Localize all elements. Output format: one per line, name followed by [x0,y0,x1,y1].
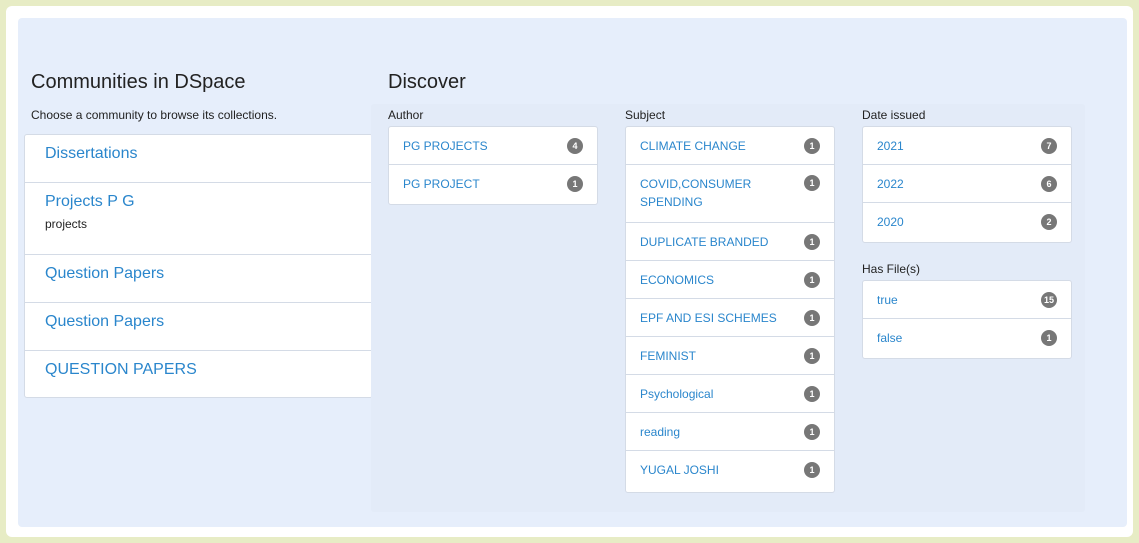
facet-link[interactable]: true [877,291,1057,309]
community-item-dissertations[interactable]: Dissertations [25,135,372,183]
communities-subtitle: Choose a community to browse its collect… [31,108,278,122]
community-link[interactable]: QUESTION PAPERS [45,361,352,379]
count-badge: 7 [1041,137,1057,154]
facet-link[interactable]: COVID,CONSUMER SPENDING [640,175,784,211]
count-badge: 1 [804,233,820,250]
facet-link[interactable]: PG PROJECTS [403,137,583,155]
community-link[interactable]: Question Papers [45,265,352,283]
facet-item[interactable]: YUGAL JOSHI 1 [626,451,834,488]
count-badge: 1 [804,423,820,440]
facet-item[interactable]: 2021 7 [863,127,1071,165]
facet-link[interactable]: false [877,329,1057,347]
facet-item[interactable]: ECONOMICS 1 [626,261,834,299]
facet-item[interactable]: EPF AND ESI SCHEMES 1 [626,299,834,337]
count-badge: 1 [804,137,820,154]
count-badge: 1 [804,385,820,402]
date-issued-facet-label: Date issued [862,108,926,122]
facet-link[interactable]: PG PROJECT [403,175,583,193]
facet-item[interactable]: DUPLICATE BRANDED 1 [626,223,834,261]
count-badge: 1 [804,347,820,364]
community-list: Dissertations Projects P G projects Ques… [24,134,373,398]
subject-facet-list: CLIMATE CHANGE 1 COVID,CONSUMER SPENDING… [625,126,835,493]
facet-item[interactable]: 2022 6 [863,165,1071,203]
facet-link[interactable]: 2021 [877,137,1057,155]
facet-link[interactable]: 2020 [877,213,1057,231]
facet-link[interactable]: EPF AND ESI SCHEMES [640,309,820,327]
community-link[interactable]: Dissertations [45,145,352,163]
count-badge: 1 [1041,330,1057,346]
community-link[interactable]: Projects P G [45,193,352,211]
communities-title: Communities in DSpace [31,71,246,93]
community-item-question-papers-1[interactable]: Question Papers [25,255,372,303]
count-badge: 15 [1040,291,1057,308]
community-description: projects [45,217,88,231]
facet-link[interactable]: Psychological [640,385,820,403]
facet-link[interactable]: YUGAL JOSHI [640,461,820,479]
count-badge: 1 [567,176,583,192]
facet-item[interactable]: PG PROJECTS 4 [389,127,597,165]
community-item-question-papers-2[interactable]: Question Papers [25,303,372,351]
count-badge: 2 [1041,213,1057,230]
facet-link[interactable]: DUPLICATE BRANDED [640,233,820,251]
subject-facet-label: Subject [625,108,666,122]
facet-item[interactable]: reading 1 [626,413,834,451]
facet-item[interactable]: CLIMATE CHANGE 1 [626,127,834,165]
count-badge: 1 [804,175,820,191]
has-files-facet-list: true 15 false 1 [862,280,1072,359]
count-badge: 4 [567,137,583,154]
facet-item[interactable]: true 15 [863,281,1071,319]
count-badge: 6 [1041,175,1057,192]
facet-item[interactable]: PG PROJECT 1 [389,165,597,203]
count-badge: 1 [804,271,820,288]
facet-item[interactable]: false 1 [863,319,1071,357]
community-item-projects-pg[interactable]: Projects P G projects [25,183,372,255]
facet-link[interactable]: reading [640,423,820,441]
facet-item[interactable]: 2020 2 [863,203,1071,240]
facet-item[interactable]: COVID,CONSUMER SPENDING 1 [626,165,834,223]
discover-title: Discover [388,71,466,93]
count-badge: 1 [804,309,820,326]
date-issued-facet-list: 2021 7 2022 6 2020 2 [862,126,1072,243]
count-badge: 1 [804,461,820,478]
author-facet-list: PG PROJECTS 4 PG PROJECT 1 [388,126,598,205]
facet-link[interactable]: 2022 [877,175,1057,193]
community-item-question-papers-3[interactable]: QUESTION PAPERS [25,351,372,395]
facet-item[interactable]: Psychological 1 [626,375,834,413]
has-files-facet-label: Has File(s) [862,262,921,276]
facet-link[interactable]: FEMINIST [640,347,820,365]
community-link[interactable]: Question Papers [45,313,352,331]
facet-item[interactable]: FEMINIST 1 [626,337,834,375]
author-facet-label: Author [388,108,424,122]
facet-link[interactable]: CLIMATE CHANGE [640,137,820,155]
facet-link[interactable]: ECONOMICS [640,271,820,289]
